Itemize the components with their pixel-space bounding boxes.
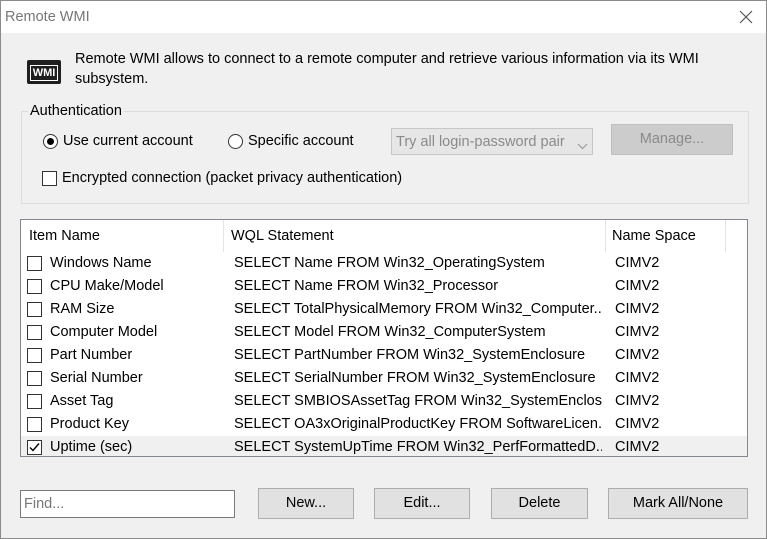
item-name-cell: CPU Make/Model: [50, 278, 164, 294]
table-row[interactable]: Windows Name SELECT Name FROM Win32_Opera…: [21, 252, 747, 275]
title-bar: Remote WMI: [1, 1, 766, 33]
column-header-item-name[interactable]: Item Name: [29, 228, 100, 244]
specific-account-label[interactable]: Specific account: [248, 133, 354, 149]
row-checkbox[interactable]: [27, 302, 42, 317]
wql-statement-cell: SELECT SerialNumber FROM Win32_SystemEnc…: [234, 370, 596, 386]
table-row[interactable]: Part Number SELECT PartNumber FROM Win32_…: [21, 344, 747, 367]
login-password-pair-value: Try all login-password pair: [396, 134, 565, 150]
row-checkbox[interactable]: [27, 325, 42, 340]
name-space-cell: CIMV2: [615, 278, 660, 294]
wql-statement-cell: SELECT Model FROM Win32_ComputerSystem: [234, 324, 546, 340]
table-row[interactable]: CPU Make/Model SELECT Name FROM Win32_Pro…: [21, 275, 747, 298]
name-space-cell: CIMV2: [615, 324, 660, 340]
row-checkbox[interactable]: [27, 394, 42, 409]
item-name-cell: Product Key: [50, 416, 129, 432]
row-checkbox[interactable]: [27, 348, 42, 363]
edit-button[interactable]: Edit...: [374, 488, 470, 519]
row-checkbox[interactable]: [27, 417, 42, 432]
name-space-cell: CIMV2: [615, 370, 660, 386]
list-header: Item Name WQL Statement Name Space: [21, 220, 747, 252]
authentication-group-label: Authentication: [28, 103, 124, 119]
table-row[interactable]: Serial Number SELECT SerialNumber FROM Wi…: [21, 367, 747, 390]
table-row[interactable]: Asset Tag SELECT SMBIOSAssetTag FROM Win3…: [21, 390, 747, 413]
item-name-cell: RAM Size: [50, 301, 115, 317]
encrypted-connection-checkbox[interactable]: [42, 171, 57, 186]
item-name-cell: Serial Number: [50, 370, 143, 386]
use-current-account-radio[interactable]: [43, 134, 58, 149]
table-row[interactable]: Uptime (sec) SELECT SystemUpTime FROM Win…: [21, 436, 747, 456]
wql-statement-cell: SELECT Name FROM Win32_OperatingSystem: [234, 255, 545, 271]
name-space-cell: CIMV2: [615, 416, 660, 432]
column-divider[interactable]: [725, 220, 726, 252]
remote-wmi-dialog: Remote WMI WMI Remote WMI allows to conn…: [0, 0, 767, 539]
specific-account-radio[interactable]: [228, 134, 243, 149]
wmi-icon-label: WMI: [29, 65, 59, 81]
find-input[interactable]: [20, 490, 235, 518]
wmi-items-list[interactable]: Item Name WQL Statement Name Space Windo…: [20, 219, 748, 457]
item-name-cell: Part Number: [50, 347, 133, 363]
row-checkbox[interactable]: [27, 440, 42, 455]
use-current-account-label[interactable]: Use current account: [63, 133, 193, 149]
login-password-pair-select[interactable]: Try all login-password pair: [391, 128, 593, 155]
wql-statement-cell: SELECT PartNumber FROM Win32_SystemEnclo…: [234, 347, 586, 363]
item-name-cell: Asset Tag: [50, 393, 114, 409]
close-icon[interactable]: [736, 7, 756, 27]
item-name-cell: Uptime (sec): [50, 439, 133, 455]
column-divider[interactable]: [605, 220, 606, 252]
info-text: Remote WMI allows to connect to a remote…: [75, 51, 699, 87]
wql-statement-cell: SELECT TotalPhysicalMemory FROM Win32_Co…: [234, 301, 602, 317]
row-checkbox[interactable]: [27, 279, 42, 294]
wql-statement-cell: SELECT OA3xOriginalProductKey FROM Softw…: [234, 416, 602, 432]
name-space-cell: CIMV2: [615, 439, 660, 455]
name-space-cell: CIMV2: [615, 347, 660, 363]
chevron-down-icon: [577, 138, 588, 154]
table-row[interactable]: RAM Size SELECT TotalPhysicalMemory FROM …: [21, 298, 747, 321]
item-name-cell: Computer Model: [50, 324, 158, 340]
name-space-cell: CIMV2: [615, 301, 660, 317]
encrypted-connection-label[interactable]: Encrypted connection (packet privacy aut…: [62, 170, 402, 186]
item-name-cell: Windows Name: [50, 255, 152, 271]
column-header-wql-statement[interactable]: WQL Statement: [231, 228, 334, 244]
column-divider[interactable]: [223, 220, 224, 252]
wql-statement-cell: SELECT Name FROM Win32_Processor: [234, 278, 499, 294]
name-space-cell: CIMV2: [615, 255, 660, 271]
window-title: Remote WMI: [5, 9, 90, 25]
new-button[interactable]: New...: [258, 488, 354, 519]
wmi-icon: WMI: [27, 60, 61, 84]
table-row[interactable]: Product Key SELECT OA3xOriginalProductKey…: [21, 413, 747, 436]
wql-statement-cell: SELECT SystemUpTime FROM Win32_PerfForma…: [234, 439, 602, 455]
mark-all-none-button[interactable]: Mark All/None: [608, 488, 748, 519]
name-space-cell: CIMV2: [615, 393, 660, 409]
delete-button[interactable]: Delete: [491, 488, 588, 519]
column-header-name-space[interactable]: Name Space: [612, 228, 696, 244]
row-checkbox[interactable]: [27, 371, 42, 386]
wql-statement-cell: SELECT SMBIOSAssetTag FROM Win32_SystemE…: [234, 393, 602, 409]
row-checkbox[interactable]: [27, 256, 42, 271]
manage-button[interactable]: Manage...: [611, 124, 733, 155]
table-row[interactable]: Computer Model SELECT Model FROM Win32_Co…: [21, 321, 747, 344]
